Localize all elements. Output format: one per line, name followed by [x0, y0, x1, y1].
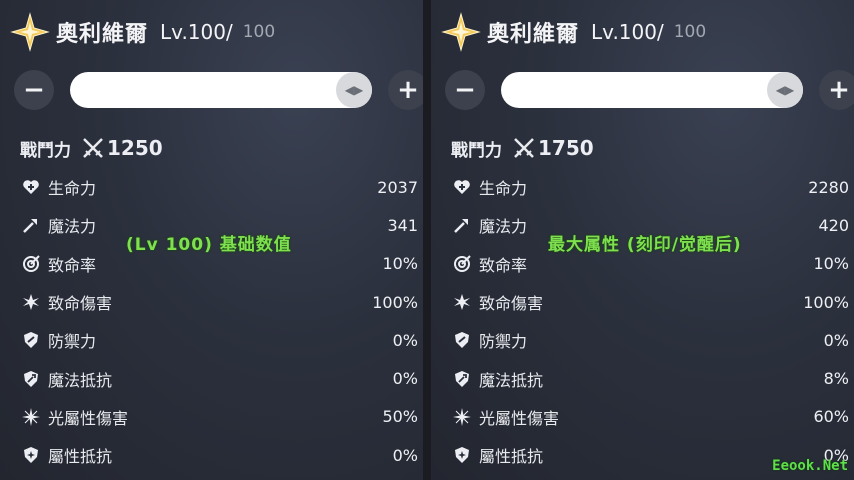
stat-row-hp: 生命力 2280 [453, 168, 849, 206]
stat-value: 100% [372, 292, 418, 312]
stat-row-defense: 防禦力 0% [22, 321, 418, 359]
stat-row-light-damage: 光屬性傷害 60% [453, 398, 849, 436]
level-slider-knob[interactable]: ◀▶ [767, 72, 803, 108]
stat-label: 魔法抵抗 [48, 370, 113, 390]
stat-label: 生命力 [479, 179, 528, 199]
stat-value: 0% [392, 330, 418, 350]
stat-row-magic-resist: 魔法抵抗 0% [22, 359, 418, 397]
stat-value: 0% [823, 330, 849, 350]
level-slider-row: − ◀▶ + [14, 70, 423, 110]
stat-value: 10% [382, 254, 418, 274]
level-label: Lv.100/ [591, 20, 664, 44]
stat-label: 致命傷害 [48, 294, 113, 314]
crit-burst-icon [454, 294, 470, 311]
stat-label: 屬性抵抗 [479, 447, 544, 467]
combat-power-label: 戰鬥力 [451, 140, 502, 161]
stat-row-crit-damage: 致命傷害 100% [22, 283, 418, 321]
combat-power-value: 1750 [538, 136, 594, 160]
character-name: 奧利維爾 [487, 22, 580, 47]
level-slider-knob[interactable]: ◀▶ [336, 72, 372, 108]
site-watermark: Eeook.Net [772, 458, 848, 474]
character-header: 奧利維爾 Lv.100/ 100 [441, 10, 706, 54]
stat-row-element-resist: 屬性抵抗 0% [22, 436, 418, 474]
stat-value: 0% [392, 369, 418, 389]
character-header: 奧利維爾 Lv.100/ 100 [10, 10, 275, 54]
base-stats-caption: (Lv 100) 基础数值 [126, 235, 292, 255]
drag-arrows-icon: ◀▶ [344, 83, 364, 97]
stat-value: 50% [382, 407, 418, 427]
character-name: 奧利維爾 [56, 22, 149, 47]
stat-value: 10% [813, 254, 849, 274]
stat-value: 420 [818, 215, 849, 235]
stat-label: 致命率 [479, 255, 528, 275]
magic-shield-icon [24, 370, 38, 387]
crossed-swords-icon [83, 138, 103, 158]
stat-label: 魔法力 [48, 217, 97, 237]
stat-value: 341 [387, 215, 418, 235]
combat-power-value: 1250 [107, 136, 163, 160]
stat-label: 魔法力 [479, 217, 528, 237]
stat-row-magic-resist: 魔法抵抗 8% [453, 359, 849, 397]
light-sparkle-icon [453, 407, 471, 426]
stat-label: 致命率 [48, 255, 97, 275]
crit-target-icon [23, 255, 40, 272]
stat-row-light-damage: 光屬性傷害 50% [22, 398, 418, 436]
element-shield-icon [24, 447, 38, 464]
combat-power-label: 戰鬥力 [20, 140, 71, 161]
stat-value: 60% [813, 407, 849, 427]
level-decrease-button[interactable]: − [14, 70, 54, 110]
stat-row-crit-damage: 致命傷害 100% [453, 283, 849, 321]
level-decrease-button[interactable]: − [445, 70, 485, 110]
level-increase-button[interactable]: + [819, 70, 854, 110]
level-slider-track[interactable]: ◀▶ [501, 72, 803, 108]
combat-power-row: 戰鬥力 1750 [451, 134, 594, 162]
stat-row-defense: 防禦力 0% [453, 321, 849, 359]
level-increase-button[interactable]: + [388, 70, 423, 110]
level-max: 100 [673, 22, 707, 42]
crossed-swords-icon [514, 138, 534, 158]
drag-arrows-icon: ◀▶ [775, 83, 795, 97]
stat-value: 0% [392, 445, 418, 465]
stat-row-hp: 生命力 2037 [22, 168, 418, 206]
level-slider-track[interactable]: ◀▶ [70, 72, 372, 108]
stat-value: 2280 [808, 177, 849, 197]
stat-list: 生命力 2280 魔法力 420 致命率 10% 致命傷害 100% 防禦力 0… [453, 168, 849, 474]
wand-icon [454, 219, 468, 234]
crit-burst-icon [23, 294, 39, 311]
magic-shield-icon [455, 370, 469, 387]
shield-icon [24, 332, 38, 349]
stat-value: 8% [823, 369, 849, 389]
star-element-icon [441, 12, 481, 52]
stat-label: 光屬性傷害 [479, 408, 560, 428]
level-max: 100 [242, 22, 276, 42]
crit-target-icon [454, 255, 471, 272]
element-shield-icon [455, 447, 469, 464]
stat-label: 魔法抵抗 [479, 370, 544, 390]
stat-value: 100% [803, 292, 849, 312]
level-label: Lv.100/ [160, 20, 233, 44]
panel-divider [423, 0, 431, 480]
heart-plus-icon [23, 180, 39, 195]
heart-plus-icon [454, 180, 470, 195]
max-stats-caption: 最大属性 (刻印/觉醒后) [548, 235, 742, 255]
stat-label: 致命傷害 [479, 294, 544, 314]
shield-icon [455, 332, 469, 349]
combat-power-row: 戰鬥力 1250 [20, 134, 163, 162]
light-sparkle-icon [22, 407, 40, 426]
star-element-icon [10, 12, 50, 52]
stat-label: 生命力 [48, 179, 97, 199]
stat-label: 防禦力 [48, 332, 97, 352]
wand-icon [23, 219, 37, 234]
stat-label: 光屬性傷害 [48, 408, 129, 428]
stat-value: 2037 [377, 177, 418, 197]
level-slider-row: − ◀▶ + [445, 70, 854, 110]
stat-label: 防禦力 [479, 332, 528, 352]
stat-label: 屬性抵抗 [48, 447, 113, 467]
stat-list: 生命力 2037 魔法力 341 致命率 10% 致命傷害 100% 防禦力 0… [22, 168, 418, 474]
